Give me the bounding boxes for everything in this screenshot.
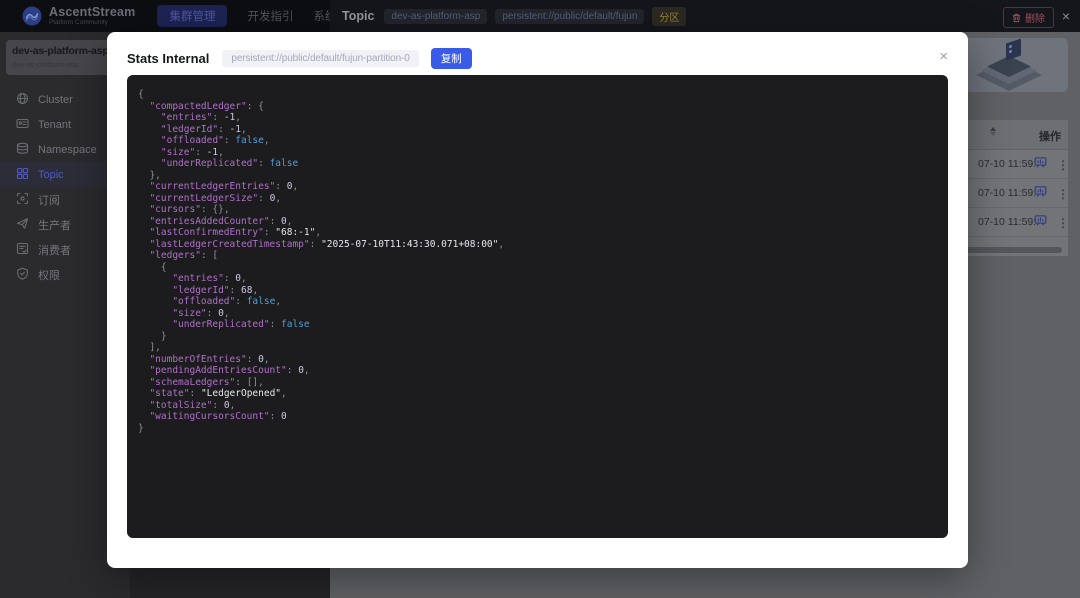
code-line: "lastConfirmedEntry": "68:-1", [138, 227, 948, 239]
sidebar-item-label: 生产者 [38, 217, 71, 233]
delete-button[interactable]: 删除 [1003, 7, 1054, 28]
sidebar-item-label: Cluster [38, 94, 73, 106]
app-logo-title: AscentStream [49, 6, 135, 19]
banner-illustration [968, 41, 1052, 91]
sidebar-item-label: 权限 [38, 267, 60, 283]
code-line: }, [138, 170, 948, 182]
code-line: "compactedLedger": { [138, 101, 948, 113]
cluster-globe-icon [16, 92, 29, 108]
code-line: "ledgerId": 68, [138, 285, 948, 297]
partition-tag: 分区 [652, 7, 686, 26]
more-actions-icon[interactable]: ⋮ [1057, 159, 1069, 171]
app-logo: AscentStream Platform Community [0, 6, 135, 27]
code-line: "size": -1, [138, 147, 948, 159]
table-scrollbar[interactable] [966, 247, 1062, 253]
code-line: "ledgers": [ [138, 250, 948, 262]
code-line: "ledgerId": -1, [138, 124, 948, 136]
sidebar-item-label: Namespace [38, 144, 97, 156]
code-line: "size": 0, [138, 308, 948, 320]
code-line: { [138, 89, 948, 101]
nav-item-1[interactable]: 开发指引 [247, 8, 293, 24]
topic-path-tag: persistent://public/default/fujun [495, 9, 644, 24]
code-line: "totalSize": 0, [138, 400, 948, 412]
code-line: "lastLedgerCreatedTimestamp": "2025-07-1… [138, 239, 948, 251]
code-line: "currentLedgerSize": 0, [138, 193, 948, 205]
topic-tags: dev-as-platform-asp persistent://public/d… [384, 7, 686, 26]
code-line: "schemaLedgers": [], [138, 377, 948, 389]
sort-caret-icon[interactable] [990, 127, 996, 136]
code-line: } [138, 331, 948, 343]
code-line: "cursors": {}, [138, 204, 948, 216]
tenant-subtitle: dev-as-platform-asp [12, 60, 118, 69]
column-header-actions: 操作 [1039, 128, 1061, 144]
code-line: "entries": -1, [138, 112, 948, 124]
code-line: "waitingCursorsCount": 0 [138, 411, 948, 423]
app-logo-subtitle: Platform Community [49, 19, 135, 27]
drawer-close-icon[interactable]: × [1058, 0, 1074, 32]
tenant-card-icon [16, 117, 29, 133]
permission-shield-icon [16, 267, 29, 283]
copy-button[interactable]: 复制 [431, 48, 472, 69]
producer-send-icon [16, 217, 29, 233]
nav-item-0[interactable]: 集群管理 [157, 5, 227, 27]
sidebar-item-label: 订阅 [38, 192, 60, 208]
subscription-scan-icon [16, 192, 29, 208]
tenant-name: dev-as-platform-asp [12, 45, 118, 57]
sidebar-item-label: Topic [38, 169, 64, 181]
partition-topic-tag: persistent://public/default/fujun-partit… [222, 50, 418, 67]
row-time: 07-10 11:59: [978, 187, 1036, 199]
page-title: Topic [342, 9, 374, 23]
topic-grid-icon [16, 167, 29, 183]
code-line: { [138, 262, 948, 274]
modal-title: Stats Internal [127, 51, 209, 66]
row-time: 07-10 11:59: [978, 158, 1036, 170]
stats-internal-modal: Stats Internal persistent://public/defau… [107, 32, 968, 568]
row-time: 07-10 11:59: [978, 216, 1036, 228]
code-line: "state": "LedgerOpened", [138, 388, 948, 400]
more-actions-icon[interactable]: ⋮ [1057, 217, 1069, 229]
code-line: "numberOfEntries": 0, [138, 354, 948, 366]
code-line: "underReplicated": false [138, 158, 948, 170]
namespace-stack-icon [16, 142, 29, 158]
stats-icon[interactable] [1034, 185, 1047, 203]
more-actions-icon[interactable]: ⋮ [1057, 188, 1069, 200]
code-line: } [138, 423, 948, 435]
code-line: "entries": 0, [138, 273, 948, 285]
modal-close-icon[interactable]: × [935, 46, 952, 68]
code-line: "currentLedgerEntries": 0, [138, 181, 948, 193]
ascentstream-logo-icon [22, 6, 42, 26]
consumer-list-icon [16, 242, 29, 258]
stats-icon[interactable] [1034, 156, 1047, 174]
sidebar-item-label: Tenant [38, 119, 71, 131]
code-line: "pendingAddEntriesCount": 0, [138, 365, 948, 377]
code-line: "underReplicated": false [138, 319, 948, 331]
code-line: ], [138, 342, 948, 354]
stats-icon[interactable] [1034, 214, 1047, 232]
code-line: "offloaded": false, [138, 296, 948, 308]
sidebar-item-label: 消费者 [38, 242, 71, 258]
trash-icon [1012, 13, 1021, 23]
drawer-header: Topic dev-as-platform-asp persistent://pu… [330, 0, 1080, 32]
delete-button-label: 删除 [1025, 10, 1045, 25]
json-code-block: { "compactedLedger": { "entries": -1, "l… [127, 75, 948, 538]
code-line: "offloaded": false, [138, 135, 948, 147]
tenant-tag: dev-as-platform-asp [384, 9, 487, 24]
code-line: "entriesAddedCounter": 0, [138, 216, 948, 228]
